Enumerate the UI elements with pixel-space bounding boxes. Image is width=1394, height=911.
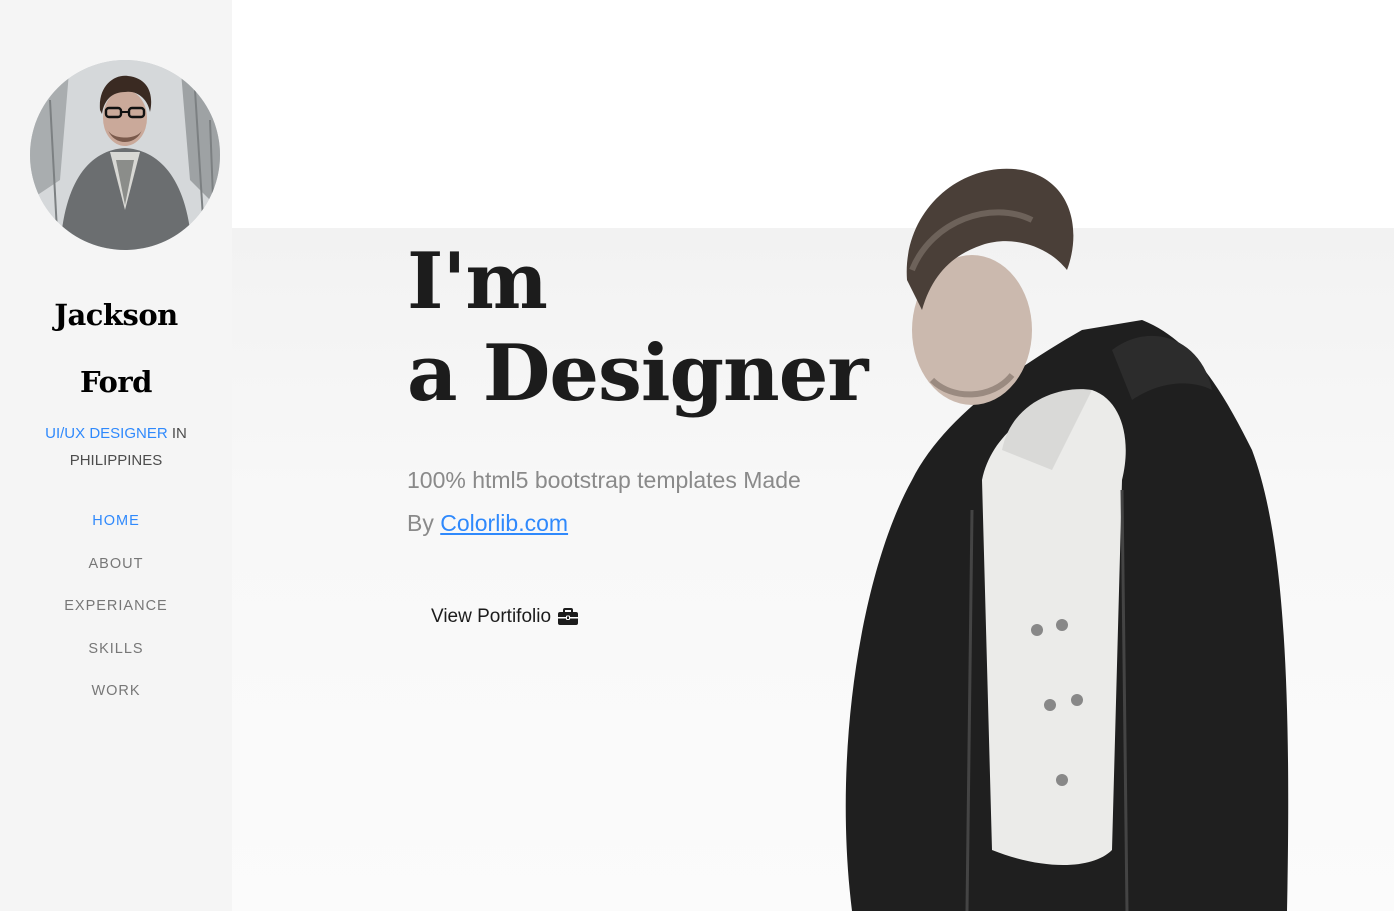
nav-item-work[interactable]: WORK	[91, 683, 140, 699]
role-location: PHILIPPINES	[69, 452, 163, 469]
profile-role: UI/UX DESIGNER IN PHILIPPINES	[20, 420, 212, 474]
hero-section: I'm a Designer 100% html5 bootstrap temp…	[232, 0, 1394, 911]
sidebar: Jackson Ford UI/UX DESIGNER IN PHILIPPIN…	[0, 0, 232, 911]
view-portfolio-label: View Portifolio	[431, 606, 552, 627]
nav-item-about[interactable]: ABOUT	[89, 556, 144, 572]
role-in: IN	[171, 425, 187, 442]
nav-item-experiance[interactable]: EXPERIANCE	[64, 598, 167, 614]
subtitle-by: By	[407, 510, 434, 536]
sidebar-nav: HOME ABOUT EXPERIANCE SKILLS WORK	[0, 507, 232, 720]
hero-subtitle: 100% html5 bootstrap templates Made By C…	[407, 459, 867, 545]
headline-line-2: a Designer	[407, 328, 868, 419]
view-portfolio-button[interactable]: View Portifolio	[419, 598, 591, 636]
nav-item-home[interactable]: HOME	[92, 513, 140, 529]
nav-item-skills[interactable]: SKILLS	[88, 641, 143, 657]
first-name: Jackson	[54, 298, 178, 332]
profile-photo	[30, 60, 220, 250]
last-name: Ford	[80, 365, 152, 399]
subtitle-text: 100% html5 bootstrap templates Made	[407, 467, 801, 493]
headline-line-1: I'm	[407, 236, 548, 327]
colorlib-link[interactable]: Colorlib.com	[440, 510, 568, 536]
profile-name: Jackson Ford	[0, 282, 232, 416]
role-title: UI/UX DESIGNER	[45, 425, 168, 442]
briefcase-icon	[558, 608, 579, 625]
avatar[interactable]	[30, 60, 220, 250]
hero-headline: I'm a Designer	[407, 236, 868, 420]
